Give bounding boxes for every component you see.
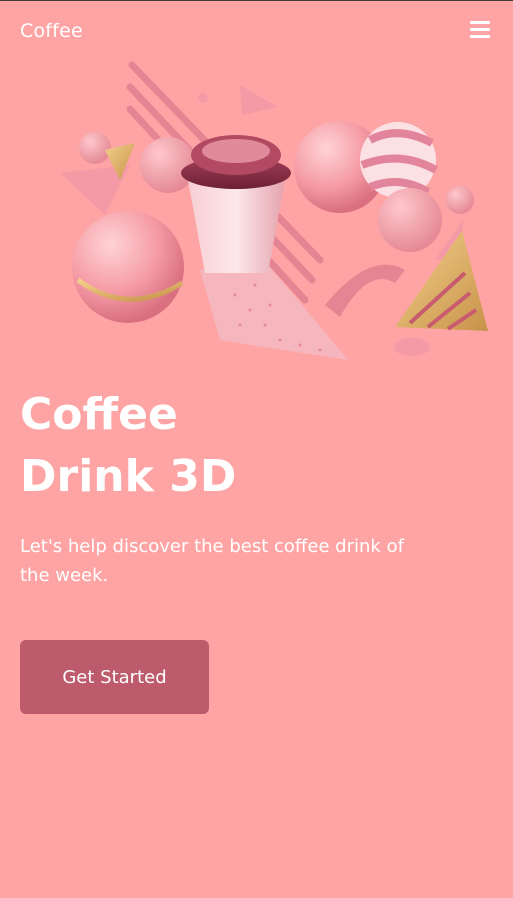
hero-title-line1: Coffee: [20, 389, 178, 440]
striped-ball: [360, 122, 438, 198]
coffee-cup: [181, 135, 291, 273]
hero-title-line2: Drink 3D: [20, 451, 237, 502]
hero-illustration: [60, 61, 488, 360]
sphere-left: [72, 211, 184, 323]
hero-title: Coffee Drink 3D: [20, 384, 236, 508]
top-border-line: [0, 0, 513, 1]
hamburger-menu-icon[interactable]: [468, 19, 492, 39]
hero-subtitle: Let's help discover the best coffee drin…: [20, 536, 404, 586]
brand-logo[interactable]: Coffee: [20, 20, 83, 42]
get-started-button[interactable]: Get Started: [20, 640, 209, 714]
